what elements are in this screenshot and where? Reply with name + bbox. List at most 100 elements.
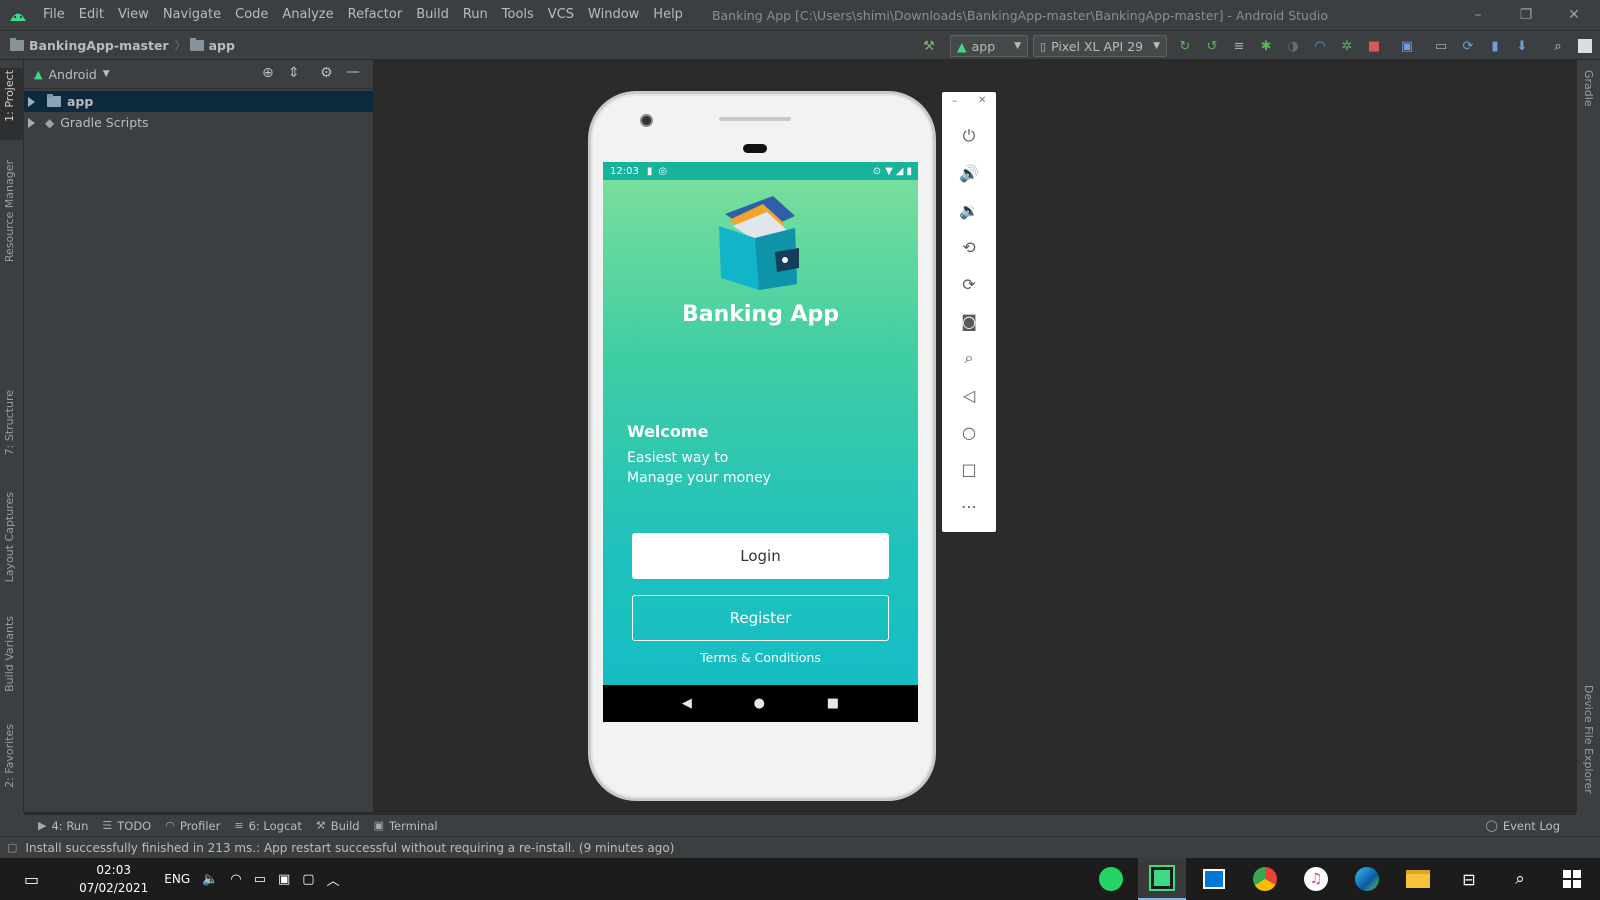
menu-view[interactable]: View [111, 0, 156, 30]
overview-icon[interactable]: □ [957, 457, 981, 481]
language-indicator[interactable]: ENG [164, 872, 190, 886]
status-toggle-icon[interactable]: ▢ [7, 841, 17, 854]
edge-taskbar-icon[interactable] [1343, 858, 1391, 900]
tool-tab-logcat[interactable]: ≡ 6: Logcat [234, 819, 302, 833]
tool-tab-resource-manager[interactable]: Resource Manager [3, 160, 16, 262]
debug-icon[interactable]: ✱ [1257, 37, 1275, 55]
attach-debugger-icon[interactable]: ✲ [1338, 37, 1356, 55]
tool-tab-structure[interactable]: 7: Structure [3, 390, 16, 455]
whatsapp-taskbar-icon[interactable] [1087, 858, 1135, 900]
menu-run[interactable]: Run [456, 0, 495, 30]
close-emulator-icon[interactable]: ✕ [978, 95, 986, 106]
stop-icon[interactable]: ■ [1365, 37, 1383, 55]
camera-icon[interactable]: ◙ [957, 309, 981, 333]
volume-down-icon[interactable]: 🔉 [957, 198, 981, 222]
tool-tab-layout-captures[interactable]: Layout Captures [3, 492, 16, 582]
locate-icon[interactable]: ⊕ [262, 65, 274, 81]
tool-tab-build[interactable]: ⚒ Build [316, 819, 360, 833]
network-icon[interactable]: ◠ [230, 872, 241, 887]
show-hidden-icons-icon[interactable]: ︿ [327, 870, 340, 889]
terms-link[interactable]: Terms & Conditions [603, 650, 918, 665]
search-taskbar-icon[interactable]: ⌕ [1496, 858, 1544, 900]
tool-tab-run[interactable]: ▶ 4: Run [38, 819, 88, 833]
back-icon[interactable]: ◁ [957, 383, 981, 407]
tree-node-app[interactable]: app [24, 91, 373, 112]
account-icon[interactable] [1576, 37, 1594, 55]
menu-edit[interactable]: Edit [72, 0, 111, 30]
menu-analyze[interactable]: Analyze [275, 0, 340, 30]
make-project-hammer-icon[interactable]: ⚒ [920, 37, 938, 55]
menu-tools[interactable]: Tools [495, 0, 541, 30]
project-view-select[interactable]: Android [48, 67, 96, 82]
run-list-icon[interactable]: ≡ [1230, 37, 1248, 55]
meet-now-icon[interactable]: ▢ [302, 872, 314, 887]
menu-vcs[interactable]: VCS [541, 0, 581, 30]
status-message[interactable]: Install successfully finished in 213 ms.… [25, 841, 674, 855]
menu-help[interactable]: Help [646, 0, 690, 30]
collapse-all-icon[interactable]: ⇕ [288, 65, 300, 81]
power-icon[interactable]: ⏻ [957, 124, 981, 148]
rotate-left-icon[interactable]: ⟲ [957, 235, 981, 259]
minimize-button[interactable]: – [1454, 0, 1502, 30]
store-taskbar-icon[interactable] [1190, 858, 1238, 900]
menu-window[interactable]: Window [581, 0, 646, 30]
nav-overview-icon[interactable]: ■ [827, 696, 839, 711]
file-explorer-taskbar-icon[interactable] [1394, 858, 1442, 900]
avd-manager-icon[interactable]: ▮ [1486, 37, 1504, 55]
start-windows-icon[interactable] [1548, 858, 1596, 900]
clock[interactable]: 02:03 07/02/2021 [79, 861, 148, 897]
expand-arrow-icon[interactable] [28, 96, 35, 107]
restore-button[interactable]: ❐ [1502, 0, 1550, 30]
search-icon[interactable]: ⌕ [1549, 37, 1567, 55]
tool-tab-profiler[interactable]: ◠ Profiler [165, 819, 220, 833]
sync-gradle-icon[interactable]: ⟳ [1459, 37, 1477, 55]
emulator-screen[interactable]: 12:03 ▮ ◎ ⊙ ▼ ◢ ▮ Banking App Welcome Ea… [603, 162, 918, 722]
battery-tray-icon[interactable]: ▭ [254, 872, 266, 887]
tree-node-gradle-scripts[interactable]: ◆ Gradle Scripts [24, 112, 373, 133]
itunes-taskbar-icon[interactable]: ♫ [1292, 858, 1340, 900]
apply-changes-restart-icon[interactable]: ↻ [1176, 37, 1194, 55]
run-config-select[interactable]: ▲ app ▼ [950, 35, 1028, 57]
tool-tab-gradle[interactable]: Gradle [1582, 70, 1595, 107]
nav-home-icon[interactable]: ● [754, 696, 765, 711]
close-window-button[interactable]: ✕ [1550, 0, 1598, 30]
android-studio-taskbar-icon[interactable] [1138, 858, 1186, 900]
sdk-manager-icon[interactable]: ⬇ [1513, 37, 1531, 55]
volume-up-icon[interactable]: 🔊 [957, 161, 981, 185]
minimize-emulator-icon[interactable]: – [952, 94, 958, 107]
nav-back-icon[interactable]: ◀ [682, 696, 692, 711]
expand-arrow-icon[interactable] [28, 117, 35, 128]
menu-navigate[interactable]: Navigate [156, 0, 228, 30]
more-icon[interactable]: ⋯ [957, 494, 981, 518]
device-select[interactable]: ▯ Pixel XL API 29 ▼ [1033, 35, 1167, 57]
apply-code-changes-icon[interactable]: ↺ [1203, 37, 1221, 55]
volume-icon[interactable]: 🔈 [202, 872, 218, 887]
tool-tab-build-variants[interactable]: Build Variants [3, 616, 16, 692]
rotate-right-icon[interactable]: ⟳ [957, 272, 981, 296]
tool-tab-event-log[interactable]: ◯ Event Log [1486, 819, 1560, 833]
register-button[interactable]: Register [632, 595, 889, 641]
zoom-icon[interactable]: ⌕ [957, 346, 981, 370]
home-icon[interactable]: ○ [957, 420, 981, 444]
task-view-icon[interactable]: ⊟ [1445, 858, 1493, 900]
gear-icon[interactable]: ⚙ [320, 65, 333, 81]
notification-center-icon[interactable]: ▭ [24, 870, 39, 889]
tool-tab-device-file-explorer[interactable]: Device File Explorer [1582, 685, 1595, 794]
breadcrumb-project[interactable]: BankingApp-master [0, 37, 169, 53]
tray-app-icon[interactable]: ▣ [278, 872, 290, 887]
layout-inspector-icon[interactable]: ▭ [1432, 37, 1450, 55]
profile-icon[interactable]: ◠ [1311, 37, 1329, 55]
tool-tab-todo[interactable]: ☰ TODO [102, 819, 151, 833]
menu-build[interactable]: Build [409, 0, 456, 30]
chrome-taskbar-icon[interactable] [1241, 858, 1289, 900]
tool-tab-project[interactable]: 1: Project [3, 70, 16, 122]
menu-refactor[interactable]: Refactor [341, 0, 410, 30]
menu-file[interactable]: File [36, 0, 72, 30]
coverage-icon[interactable]: ◑ [1284, 37, 1302, 55]
chevron-down-icon[interactable]: ▼ [103, 69, 110, 79]
tool-tab-terminal[interactable]: ▣ Terminal [374, 819, 438, 833]
tool-tab-favorites[interactable]: 2: Favorites [3, 724, 16, 788]
breadcrumb-module[interactable]: app [186, 37, 235, 53]
menu-code[interactable]: Code [228, 0, 275, 30]
project-structure-icon[interactable]: ▣ [1398, 37, 1416, 55]
